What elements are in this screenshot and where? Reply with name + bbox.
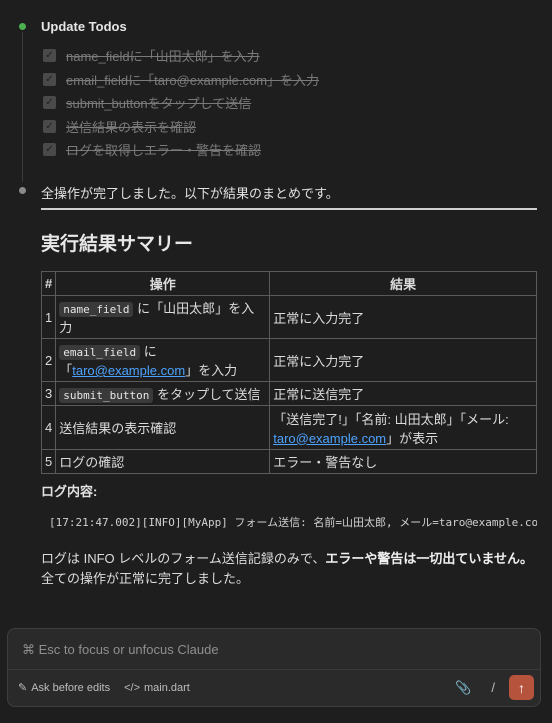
results-table: # 操作 結果 1 name_field に「山田太郎」を入力 正常に入力完了 … <box>40 271 537 474</box>
conclusion-pre: ログは INFO レベルのフォーム送信記録のみで、 <box>41 551 326 566</box>
chat-composer[interactable]: ⌘ Esc to focus or unfocus Claude ✎ Ask b… <box>7 628 541 707</box>
mode-label: Ask before edits <box>31 681 111 694</box>
row-num: 1 <box>40 295 57 339</box>
summary-intro: 全操作が完了しました。以下が結果のまとめです。 <box>41 186 339 201</box>
code-submit-button: submit_button <box>59 388 154 403</box>
summary-heading: 実行結果サマリー <box>41 234 194 255</box>
result-text: 」が表示 <box>386 430 439 446</box>
table-row: 2 email_field に「taro@example.com」を入力 正常に… <box>40 338 537 382</box>
row-num: 3 <box>40 381 57 406</box>
timeline-line <box>22 32 23 182</box>
header-num: # <box>40 271 57 296</box>
composer-footer: ✎ Ask before edits </> main.dart <box>18 681 204 695</box>
todo-item: ✓ ログを取得しエラー・警告を確認 <box>43 138 319 162</box>
pencil-icon: ✎ <box>18 682 28 694</box>
checkbox-checked-icon: ✓ <box>43 49 56 63</box>
table-row: 4 送信結果の表示確認 「送信完了!」「名前: 山田太郎」「メール: taro@… <box>40 405 537 450</box>
row-operation: 送信結果の表示確認 <box>55 405 271 450</box>
todo-text: submit_buttonをタップして送信 <box>66 96 252 112</box>
operation-text: をタップして送信 <box>153 387 261 402</box>
checkbox-checked-icon: ✓ <box>43 119 56 133</box>
mode-toggle[interactable]: ✎ Ask before edits <box>18 681 111 695</box>
row-operation: ログの確認 <box>55 449 271 474</box>
table-row: 5 ログの確認 エラー・警告なし <box>40 449 537 474</box>
row-result: 正常に入力完了 <box>269 338 537 382</box>
todo-item: ✓ email_fieldに「taro@example.com」を入力 <box>43 68 319 92</box>
table-row: 1 name_field に「山田太郎」を入力 正常に入力完了 <box>40 295 537 339</box>
paperclip-icon[interactable]: 📎 <box>455 680 471 696</box>
code-icon: </> <box>124 681 140 694</box>
todo-title: Update Todos <box>41 19 127 34</box>
email-link[interactable]: taro@example.com <box>273 431 386 446</box>
table-row: 3 submit_button をタップして送信 正常に送信完了 <box>40 381 537 406</box>
todo-item: ✓ submit_buttonをタップして送信 <box>43 91 319 115</box>
conclusion-post: 全ての操作が正常に完了しました。 <box>41 571 250 586</box>
prompt-input[interactable]: ⌘ Esc to focus or unfocus Claude <box>22 642 219 658</box>
file-context[interactable]: </> main.dart <box>124 682 190 694</box>
todo-list: ✓ name_fieldに「山田太郎」を入力 ✓ email_fieldに「ta… <box>43 44 319 162</box>
header-operation: 操作 <box>55 271 271 296</box>
row-result: 正常に送信完了 <box>269 381 537 406</box>
todo-text: email_fieldに「taro@example.com」を入力 <box>66 72 320 88</box>
row-result: 「送信完了!」「名前: 山田太郎」「メール: taro@example.com」… <box>269 405 537 450</box>
todo-text: ログを取得しエラー・警告を確認 <box>66 143 262 159</box>
todo-text: name_fieldに「山田太郎」を入力 <box>66 49 260 65</box>
table-header-row: # 操作 結果 <box>40 271 537 296</box>
todo-text: 送信結果の表示を確認 <box>66 119 197 135</box>
header-result: 結果 <box>269 271 537 296</box>
conclusion-text: ログは INFO レベルのフォーム送信記録のみで、エラーや警告は一切出ていません… <box>41 549 537 589</box>
file-label: main.dart <box>144 681 190 694</box>
send-button[interactable]: ↑ <box>509 675 534 700</box>
checkbox-checked-icon: ✓ <box>43 96 56 110</box>
row-num: 5 <box>40 449 57 474</box>
composer-actions: 📎 / ↑ <box>455 675 534 700</box>
slash-command-icon[interactable]: / <box>491 680 495 695</box>
composer-divider <box>8 669 540 670</box>
todo-item: ✓ name_fieldに「山田太郎」を入力 <box>43 44 319 68</box>
log-code-block[interactable]: [17:21:47.002][INFO][MyApp] フォーム送信: 名前=山… <box>41 512 537 534</box>
arrow-up-icon: ↑ <box>518 679 525 696</box>
conclusion-bold: エラーや警告は一切出ていません。 <box>325 551 533 566</box>
todo-item: ✓ 送信結果の表示を確認 <box>43 115 319 139</box>
todo-status-dot <box>19 23 26 30</box>
row-result: エラー・警告なし <box>269 449 537 474</box>
checkbox-checked-icon: ✓ <box>43 143 56 157</box>
row-num: 4 <box>40 405 57 450</box>
row-num: 2 <box>40 338 57 382</box>
operation-text: 」を入力 <box>185 363 238 378</box>
horizontal-rule <box>41 208 537 210</box>
result-text: 「送信完了!」「名前: 山田太郎」「メール: <box>273 411 509 427</box>
checkbox-checked-icon: ✓ <box>43 72 56 86</box>
email-link[interactable]: taro@example.com <box>72 363 185 378</box>
row-operation: email_field に「taro@example.com」を入力 <box>55 338 271 382</box>
row-result: 正常に入力完了 <box>269 295 537 339</box>
row-operation: submit_button をタップして送信 <box>55 381 271 406</box>
row-operation: name_field に「山田太郎」を入力 <box>55 295 271 339</box>
message-status-dot <box>19 187 26 194</box>
code-name-field: name_field <box>59 302 134 317</box>
code-email-field: email_field <box>59 345 141 360</box>
log-label: ログ内容: <box>41 484 98 499</box>
